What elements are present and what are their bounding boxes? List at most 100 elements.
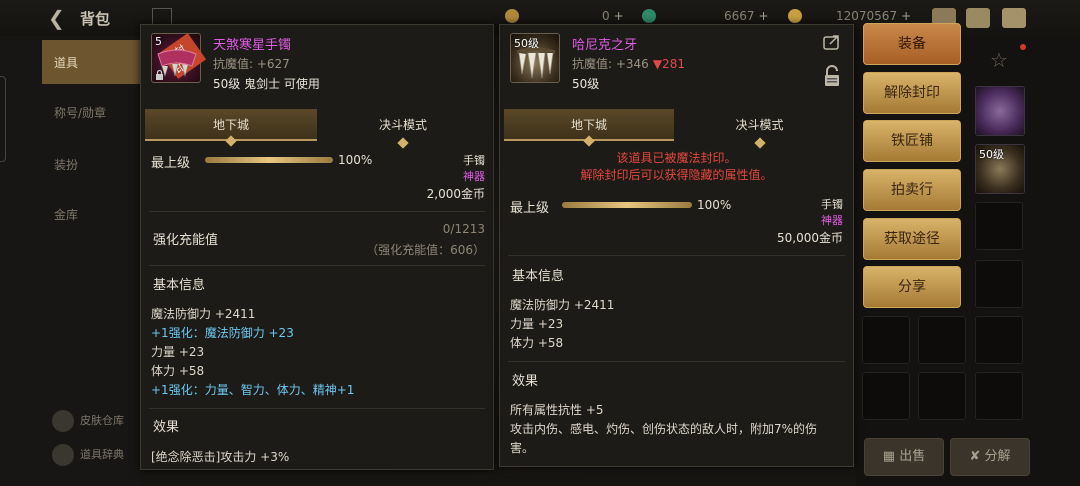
inventory-empty-slot[interactable] xyxy=(975,260,1023,308)
disassemble-button[interactable]: ✘ 分解 xyxy=(950,438,1030,476)
max-level-bar-fill xyxy=(562,202,692,208)
share-icon[interactable] xyxy=(823,34,841,50)
bracelet-icon: 5 已封印 xyxy=(151,33,207,83)
blacksmith-button[interactable]: 铁匠铺 xyxy=(863,120,961,162)
tab-dungeon-label: 地下城 xyxy=(212,118,249,132)
tab-pvp-label: 决斗模式 xyxy=(735,118,784,132)
icon-level: 5 xyxy=(155,35,162,48)
inventory-empty-slot[interactable] xyxy=(975,202,1023,250)
seal-message: 该道具已被魔法封印。 xyxy=(616,151,737,165)
diamond-icon xyxy=(397,137,409,149)
tab-pvp[interactable]: 决斗模式 xyxy=(674,109,845,149)
divider xyxy=(508,361,845,362)
charge-title: 强化充能值 xyxy=(153,233,219,248)
magic-resist-value: 抗魔值: +627 xyxy=(213,57,290,71)
divider xyxy=(149,211,485,212)
plus-icon[interactable]: + xyxy=(614,9,624,23)
mode-tabs: 地下城 决斗模式 xyxy=(504,109,845,149)
unseal-button[interactable]: 解除封印 xyxy=(863,72,961,114)
max-level-label: 最上级 xyxy=(151,156,191,171)
currency-3-value: 12070567 xyxy=(836,9,898,23)
item-name: 哈尼克之牙 xyxy=(572,38,638,53)
slot-type: 手镯 xyxy=(821,198,843,211)
back-arrow-icon[interactable]: ❮ xyxy=(48,6,74,30)
inventory-item-slot[interactable] xyxy=(975,86,1025,136)
item-dictionary-label: 道具辞典 xyxy=(80,448,124,461)
sidebar-item-titles[interactable]: 称号/勋章 xyxy=(42,90,140,134)
charge-note: （强化充能值：606） xyxy=(366,243,485,257)
currency-1[interactable]: 0 + xyxy=(602,9,624,23)
share-button[interactable]: 分享 xyxy=(863,266,961,308)
inventory-empty-slot[interactable] xyxy=(862,316,910,364)
stat-line: +1强化：力量、智力、体力、精神+1 xyxy=(151,383,355,397)
stat-line: 力量 +23 xyxy=(510,317,564,331)
seal-hint: 解除封印后可以获得隐藏的属性值。 xyxy=(580,168,773,182)
sell-price: 50,000金币 xyxy=(777,231,843,245)
effect-line: 攻击内伤、感电、灼伤、创伤状态的敌人时，附加7%的伤 xyxy=(510,422,818,436)
item-tooltip-equipped: 5 已封印 天煞寒星手镯 抗魔值: +627 50级 鬼剑士 可使用 地下城 决… xyxy=(140,24,494,470)
currency-2[interactable]: 6667 + xyxy=(724,9,769,23)
basic-info-title: 基本信息 xyxy=(512,269,565,284)
side-handle[interactable] xyxy=(0,76,6,162)
tab-dungeon[interactable]: 地下城 xyxy=(145,109,317,147)
stat-line: 魔法防御力 +2411 xyxy=(510,298,615,312)
tab-dungeon-label: 地下城 xyxy=(570,118,607,132)
diamond-icon xyxy=(225,135,237,147)
sell-price: 2,000金币 xyxy=(426,187,485,201)
inventory-empty-slot[interactable] xyxy=(975,372,1023,420)
auction-house-button[interactable]: 拍卖行 xyxy=(863,169,961,211)
rarity: 神器 xyxy=(463,170,485,183)
level-requirement: 50级 鬼剑士 可使用 xyxy=(213,77,320,91)
tab-pvp[interactable]: 决斗模式 xyxy=(317,109,489,149)
currency-3[interactable]: 12070567 + xyxy=(836,9,911,23)
sidebar-item-avatar[interactable]: 装扮 xyxy=(42,142,140,186)
sidebar-item-vault[interactable]: 金库 xyxy=(42,192,140,236)
gold-icon xyxy=(788,9,802,23)
level-requirement: 50级 xyxy=(572,77,600,91)
rarity: 神器 xyxy=(821,214,843,227)
inventory-empty-slot[interactable] xyxy=(918,372,966,420)
basic-info-title: 基本信息 xyxy=(153,278,206,293)
sidebar-item-items[interactable]: 道具 xyxy=(42,40,140,84)
sell-button[interactable]: ▦ 出售 xyxy=(864,438,944,476)
currency-1-value: 0 xyxy=(602,9,610,23)
sidebar: 道具 称号/勋章 装扮 金库 皮肤仓库 道具辞典 xyxy=(0,36,140,486)
inventory-item-slot[interactable]: 50级 xyxy=(975,144,1025,194)
sell-label: 出售 xyxy=(899,449,926,464)
effect-title: 效果 xyxy=(153,420,180,435)
max-level-bar xyxy=(205,157,333,163)
equip-button[interactable]: 装备 xyxy=(863,23,961,65)
charge-value: 0/1213 xyxy=(442,222,485,236)
stat-line: 魔法防御力 +2411 xyxy=(151,307,256,321)
plus-icon[interactable]: + xyxy=(901,9,911,23)
diamond-icon xyxy=(583,135,595,147)
chat-icon[interactable] xyxy=(1002,8,1026,28)
item-dictionary-button[interactable]: 道具辞典 xyxy=(52,444,124,466)
tab-pvp-label: 决斗模式 xyxy=(378,118,427,132)
skin-storage-icon xyxy=(52,410,74,432)
inventory-empty-slot[interactable] xyxy=(975,316,1023,364)
favorite-star-icon[interactable]: ☆ xyxy=(990,48,1008,72)
currency-2-value: 6667 xyxy=(724,9,755,23)
dictionary-icon xyxy=(52,444,74,466)
inventory-empty-slot[interactable] xyxy=(918,316,966,364)
tab-dungeon[interactable]: 地下城 xyxy=(504,109,674,147)
stat-line: 体力 +58 xyxy=(510,336,564,350)
diamond-icon xyxy=(753,137,766,149)
inventory-empty-slot[interactable] xyxy=(862,372,910,420)
stat-line: 力量 +23 xyxy=(151,345,205,359)
stat-line: 体力 +58 xyxy=(151,364,205,378)
acquire-route-button[interactable]: 获取途径 xyxy=(863,218,961,260)
resist-diff: ▼281 xyxy=(652,57,685,71)
plus-icon[interactable]: + xyxy=(759,9,769,23)
mail-icon[interactable] xyxy=(966,8,990,28)
skin-storage-button[interactable]: 皮肤仓库 xyxy=(52,410,124,432)
fang-art-icon xyxy=(516,48,556,79)
effect-line: 害。 xyxy=(510,441,535,455)
max-level-percent: 100% xyxy=(697,198,732,212)
mode-tabs: 地下城 决斗模式 xyxy=(145,109,489,149)
item-tooltip-compare: 50级 哈尼克之牙 抗魔值: +346 ▼281 50级 地下城 决斗模式 该道具… xyxy=(499,24,854,467)
disassemble-label: 分解 xyxy=(984,449,1011,464)
lock-icon[interactable] xyxy=(823,65,841,87)
effect-title: 效果 xyxy=(512,374,539,389)
